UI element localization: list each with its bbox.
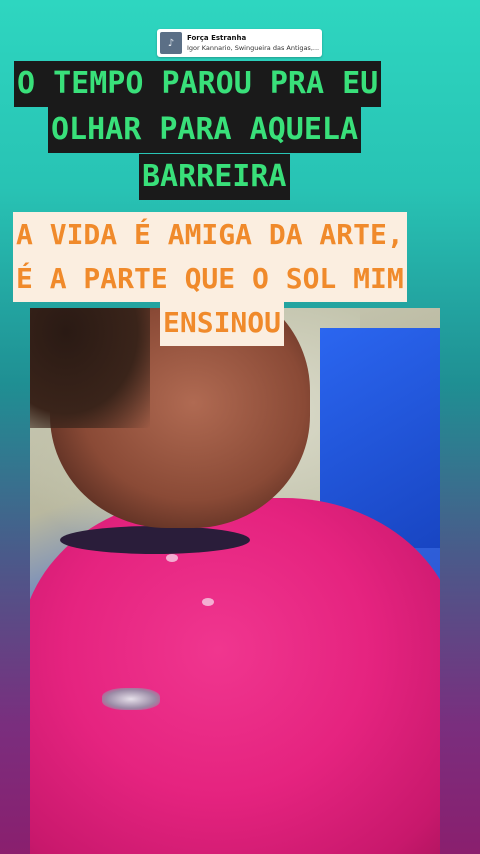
selfie-photo — [30, 308, 440, 854]
shirt-logo — [102, 688, 160, 710]
caption-line-1: O TEMPO PAROU PRA EU — [14, 61, 382, 107]
caption-line-2: OLHAR PARA AQUELA — [48, 107, 362, 153]
caption-line-6: ENSINOU — [160, 300, 285, 346]
caption-line-4: A VIDA É AMIGA DA ARTE, — [13, 212, 407, 258]
music-artist: Igor Kannario, Swingueira das Antigas,..… — [187, 44, 320, 52]
story-screen: { "music": { "thumb_icon": "album-art-ic… — [0, 0, 480, 854]
album-art-icon: ♪ — [160, 32, 182, 54]
music-info: Força Estranha Igor Kannario, Swingueira… — [187, 33, 319, 53]
caption-line-3: BARREIRA — [139, 154, 290, 200]
music-sticker[interactable]: ♪ Força Estranha Igor Kannario, Swinguei… — [157, 29, 322, 57]
music-title: Força Estranha — [187, 34, 247, 42]
caption-line-5: É A PARTE QUE O SOL MIM — [13, 256, 407, 302]
shirt — [30, 498, 440, 854]
